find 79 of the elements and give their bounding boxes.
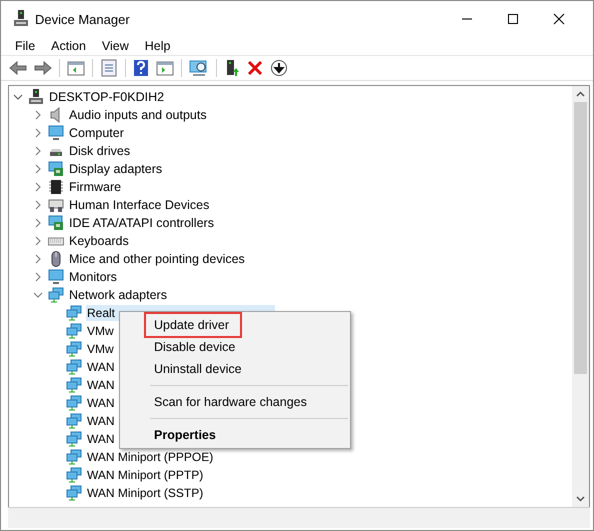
computer-icon: [13, 10, 29, 28]
monitor-icon: [48, 125, 64, 141]
network-icon: [66, 395, 82, 411]
network-icon: [66, 341, 82, 357]
menu-item[interactable]: File: [15, 39, 36, 53]
expand-chevron-icon[interactable]: [33, 110, 43, 120]
panel-icon[interactable]: [156, 60, 174, 76]
tree-item[interactable]: Computer: [68, 125, 125, 141]
network-icon: [66, 359, 82, 375]
tree-item[interactable]: WAN: [86, 395, 116, 411]
device-add-icon[interactable]: [224, 59, 240, 77]
network-icon: [66, 449, 82, 465]
chip-icon: [48, 179, 64, 195]
forward-arrow-icon[interactable]: [34, 60, 52, 76]
menu-item[interactable]: Help: [144, 39, 170, 53]
menu-item[interactable]: Properties: [146, 424, 347, 446]
maximize-icon[interactable]: [507, 13, 519, 25]
tree-item[interactable]: VMw: [86, 341, 115, 357]
expand-chevron-icon[interactable]: [33, 218, 43, 228]
network-icon: [66, 323, 82, 339]
tree-item[interactable]: WAN: [86, 377, 116, 393]
close-icon[interactable]: [553, 13, 565, 25]
expand-chevron-icon[interactable]: [33, 146, 43, 156]
properties-icon[interactable]: [100, 59, 118, 77]
tree-item[interactable]: WAN Miniport (PPTP): [86, 467, 204, 483]
tree-item[interactable]: Network adapters: [68, 287, 168, 303]
tree-item[interactable]: DESKTOP-F0KDIH2: [48, 89, 166, 105]
monitor-search-icon[interactable]: [189, 59, 209, 77]
tree-item[interactable]: VMw: [86, 323, 115, 339]
scroll-down-icon[interactable]: [576, 496, 585, 502]
tree-item[interactable]: Monitors: [68, 269, 118, 285]
network-icon: [66, 485, 82, 501]
network-icon: [48, 287, 64, 303]
menu-item[interactable]: Disable device: [146, 336, 347, 358]
network-icon: [66, 413, 82, 429]
network-icon: [66, 377, 82, 393]
delete-icon[interactable]: [247, 60, 263, 76]
network-icon: [66, 467, 82, 483]
back-arrow-icon[interactable]: [9, 60, 27, 76]
tree-item[interactable]: Keyboards: [68, 233, 130, 249]
tree-item[interactable]: IDE ATA/ATAPI controllers: [68, 215, 215, 231]
tree-item[interactable]: WAN Miniport (PPPOE): [86, 449, 214, 465]
collapse-chevron-icon[interactable]: [33, 290, 43, 300]
download-icon[interactable]: [270, 59, 288, 77]
expand-chevron-icon[interactable]: [13, 92, 23, 102]
expand-chevron-icon[interactable]: [33, 128, 43, 138]
scroll-thumb[interactable]: [574, 102, 587, 374]
tree-item[interactable]: Display adapters: [68, 161, 164, 177]
panel-icon[interactable]: [67, 60, 85, 76]
expand-chevron-icon[interactable]: [33, 164, 43, 174]
tree-item[interactable]: Disk drives: [68, 143, 132, 159]
tree-item[interactable]: Human Interface Devices: [68, 197, 210, 213]
tree-item[interactable]: Firmware: [68, 179, 122, 195]
expand-chevron-icon[interactable]: [33, 254, 43, 264]
expand-chevron-icon[interactable]: [33, 272, 43, 282]
adapter-card-icon: [48, 215, 64, 231]
window-title: Device Manager: [35, 12, 130, 26]
monitor-icon: [48, 269, 64, 285]
tree-item[interactable]: Audio inputs and outputs: [68, 107, 208, 123]
expand-chevron-icon[interactable]: [33, 200, 43, 210]
menu-item[interactable]: Update driver: [146, 314, 240, 336]
network-icon: [66, 431, 82, 447]
tree-item[interactable]: WAN: [86, 413, 116, 429]
expand-chevron-icon[interactable]: [33, 182, 43, 192]
menu-item[interactable]: View: [102, 39, 129, 53]
tree-item[interactable]: WAN Miniport (SSTP): [86, 485, 204, 501]
scroll-up-icon[interactable]: [576, 91, 585, 97]
menu-item[interactable]: Action: [51, 39, 86, 53]
tree-item[interactable]: WAN: [86, 359, 116, 375]
menu-item[interactable]: Uninstall device: [146, 358, 347, 380]
expand-chevron-icon[interactable]: [33, 236, 43, 246]
help-icon[interactable]: [133, 59, 149, 77]
tree-item[interactable]: WAN: [86, 431, 116, 447]
computer-icon: [28, 89, 44, 105]
network-icon: [66, 305, 82, 321]
adapter-card-icon: [48, 161, 64, 177]
tree-item[interactable]: Mice and other pointing devices: [68, 251, 246, 267]
scrollbar[interactable]: [572, 86, 589, 507]
menu-item[interactable]: Scan for hardware changes: [146, 391, 347, 413]
